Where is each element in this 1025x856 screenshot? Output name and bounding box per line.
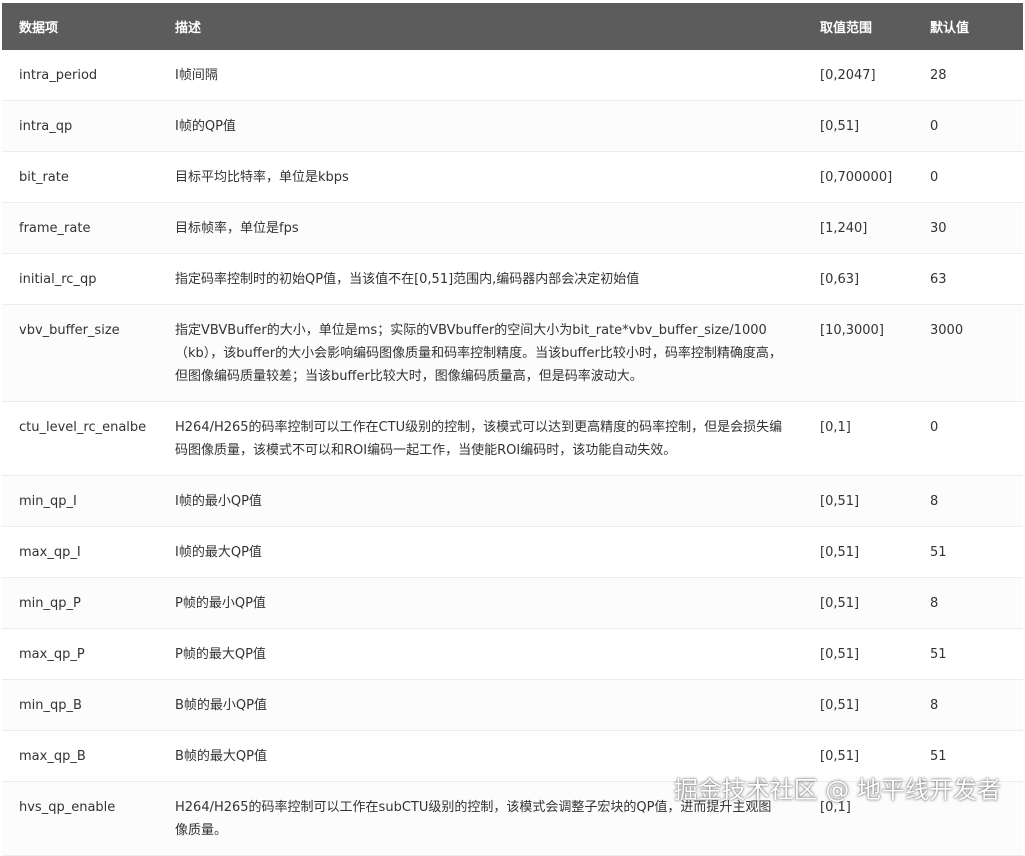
- cell-range: [0,700000]: [803, 151, 913, 203]
- cell-description: 目标帧率，单位是fps: [158, 202, 803, 254]
- cell-description: 指定VBVBuffer的大小，单位是ms；实际的VBVbuffer的空间大小为b…: [158, 304, 803, 402]
- cell-name: ctu_level_rc_enalbe: [2, 401, 158, 476]
- table-header: 数据项 描述 取值范围 默认值: [2, 3, 1023, 50]
- cell-range: [10,3000]: [803, 304, 913, 402]
- cell-default: 0: [913, 100, 1023, 152]
- table-row: intra_qp I帧的QP值 [0,51] 0: [2, 100, 1023, 152]
- cell-description: P帧的最小QP值: [158, 577, 803, 629]
- cell-range: [0,51]: [803, 679, 913, 731]
- cell-range: [0,1]: [803, 401, 913, 476]
- cell-name: max_qp_P: [2, 628, 158, 680]
- table-row: intra_period I帧间隔 [0,2047] 28: [2, 50, 1023, 101]
- cell-default: 51: [913, 526, 1023, 578]
- cell-description: I帧的最小QP值: [158, 475, 803, 527]
- cell-name: min_qp_I: [2, 475, 158, 527]
- cell-range: [0,51]: [803, 100, 913, 152]
- cell-name: bit_rate: [2, 151, 158, 203]
- table-row: bit_rate 目标平均比特率，单位是kbps [0,700000] 0: [2, 151, 1023, 203]
- cell-range: [1,240]: [803, 202, 913, 254]
- cell-range: [0,51]: [803, 577, 913, 629]
- cell-description: 目标平均比特率，单位是kbps: [158, 151, 803, 203]
- cell-description: H264/H265的码率控制可以工作在CTU级别的控制，该模式可以达到更高精度的…: [158, 401, 803, 476]
- cell-default: 63: [913, 253, 1023, 305]
- table-row: ctu_level_rc_enalbe H264/H265的码率控制可以工作在C…: [2, 401, 1023, 476]
- cell-default: 30: [913, 202, 1023, 254]
- cell-name: initial_rc_qp: [2, 253, 158, 305]
- cell-range: [0,2047]: [803, 50, 913, 101]
- cell-default: 0: [913, 151, 1023, 203]
- parameter-table-container: 数据项 描述 取值范围 默认值 intra_period I帧间隔 [0,204…: [2, 3, 1023, 856]
- cell-range: [0,51]: [803, 475, 913, 527]
- cell-name: vbv_buffer_size: [2, 304, 158, 402]
- cell-range: [0,63]: [803, 253, 913, 305]
- cell-description: I帧的QP值: [158, 100, 803, 152]
- cell-name: intra_qp: [2, 100, 158, 152]
- cell-range: [0,51]: [803, 628, 913, 680]
- table-row: min_qp_I I帧的最小QP值 [0,51] 8: [2, 475, 1023, 527]
- cell-name: intra_period: [2, 50, 158, 101]
- cell-description: 指定码率控制时的初始QP值，当该值不在[0,51]范围内,编码器内部会决定初始值: [158, 253, 803, 305]
- cell-name: min_qp_P: [2, 577, 158, 629]
- cell-range: [0,51]: [803, 526, 913, 578]
- cell-default: 8: [913, 475, 1023, 527]
- table-body: intra_period I帧间隔 [0,2047] 28 intra_qp I…: [2, 50, 1023, 856]
- cell-default: 3000: [913, 304, 1023, 402]
- table-row: min_qp_B B帧的最小QP值 [0,51] 8: [2, 679, 1023, 731]
- table-row: max_qp_I I帧的最大QP值 [0,51] 51: [2, 526, 1023, 578]
- cell-description: P帧的最大QP值: [158, 628, 803, 680]
- cell-default: 28: [913, 50, 1023, 101]
- cell-default: 8: [913, 577, 1023, 629]
- header-default: 默认值: [913, 3, 1023, 50]
- cell-description: I帧间隔: [158, 50, 803, 101]
- header-name: 数据项: [2, 3, 158, 50]
- cell-description: I帧的最大QP值: [158, 526, 803, 578]
- header-row: 数据项 描述 取值范围 默认值: [2, 3, 1023, 50]
- table-row: min_qp_P P帧的最小QP值 [0,51] 8: [2, 577, 1023, 629]
- table-row: initial_rc_qp 指定码率控制时的初始QP值，当该值不在[0,51]范…: [2, 253, 1023, 305]
- cell-name: frame_rate: [2, 202, 158, 254]
- cell-name: max_qp_B: [2, 730, 158, 782]
- cell-default: 8: [913, 679, 1023, 731]
- cell-default: 0: [913, 401, 1023, 476]
- cell-description: B帧的最小QP值: [158, 679, 803, 731]
- community-watermark: 掘金技术社区 @ 地平线开发者: [673, 776, 1001, 804]
- table-row: vbv_buffer_size 指定VBVBuffer的大小，单位是ms；实际的…: [2, 304, 1023, 402]
- cell-name: max_qp_I: [2, 526, 158, 578]
- cell-default: 51: [913, 628, 1023, 680]
- cell-name: hvs_qp_enable: [2, 781, 158, 856]
- parameter-table: 数据项 描述 取值范围 默认值 intra_period I帧间隔 [0,204…: [2, 3, 1023, 856]
- header-range: 取值范围: [803, 3, 913, 50]
- table-row: frame_rate 目标帧率，单位是fps [1,240] 30: [2, 202, 1023, 254]
- table-row: max_qp_P P帧的最大QP值 [0,51] 51: [2, 628, 1023, 680]
- cell-name: min_qp_B: [2, 679, 158, 731]
- header-description: 描述: [158, 3, 803, 50]
